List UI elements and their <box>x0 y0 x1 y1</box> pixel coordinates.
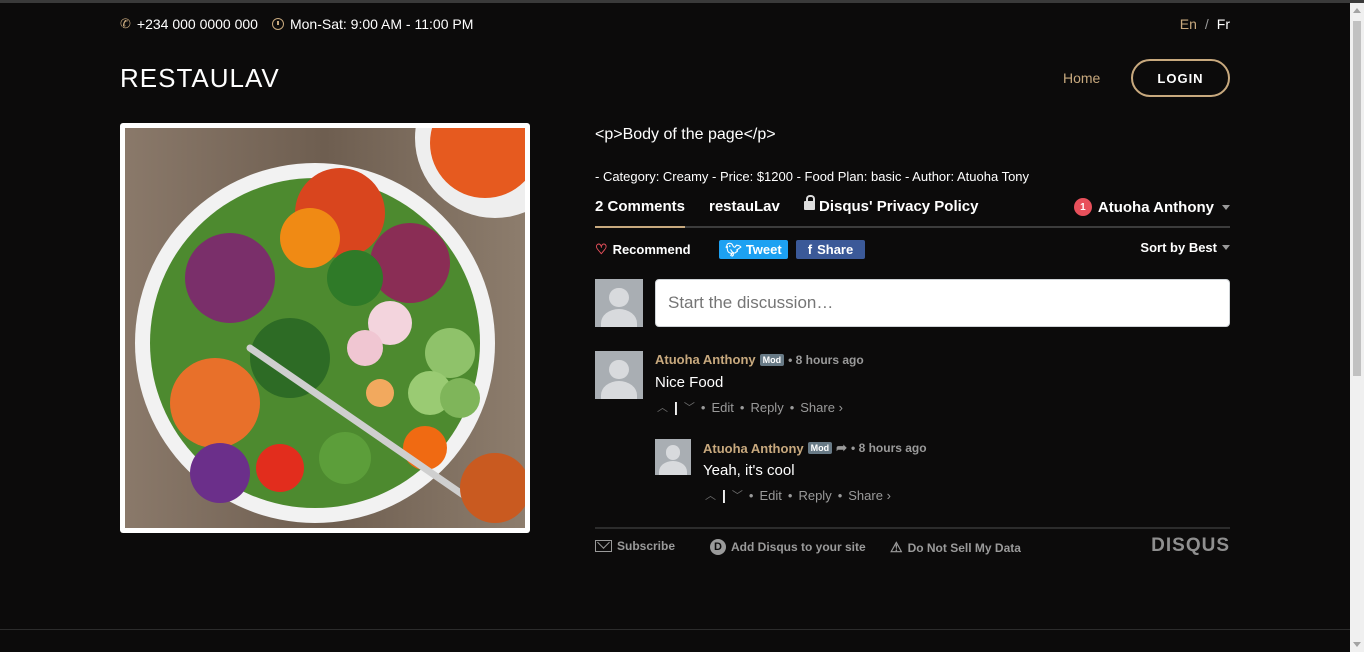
scrollbar[interactable] <box>1350 3 1364 652</box>
scroll-up-icon[interactable] <box>1353 8 1361 13</box>
comment-text: Yeah, it's cool <box>703 462 795 479</box>
vote-divider: | <box>674 399 678 415</box>
contact-info: ✆ +234 000 0000 000 Mon-Sat: 9:00 AM - 1… <box>120 16 473 32</box>
tweet-button[interactable]: 🐦︎ Tweet <box>719 240 788 259</box>
comment-actions: ︿ | ﹀ • Edit • Reply • Share › <box>705 487 891 503</box>
user-name[interactable]: Atuoha Anthony <box>1098 199 1214 216</box>
page-divider <box>0 629 1350 630</box>
facebook-icon: f <box>807 242 813 257</box>
tweet-label: Tweet <box>745 242 782 257</box>
comment-author[interactable]: Atuoha Anthony <box>655 352 756 367</box>
lang-fr-link[interactable]: Fr <box>1217 16 1230 32</box>
user-menu[interactable]: 1 Atuoha Anthony <box>1073 198 1230 216</box>
edit-link[interactable]: Edit <box>759 488 781 503</box>
tab-comments[interactable]: 2 Comments <box>595 198 686 228</box>
do-not-sell-link[interactable]: ⚠ Do Not Sell My Data <box>890 539 1021 556</box>
thread-actions: ♡ Recommend 🐦︎ Tweet f Share Sort by Bes… <box>595 240 1230 260</box>
comment-header: Atuoha Anthony Mod • 8 hours ago <box>655 352 864 367</box>
edit-link[interactable]: Edit <box>711 400 733 415</box>
heart-icon: ♡ <box>595 241 608 257</box>
reply-link[interactable]: Reply <box>750 400 783 415</box>
dot-separator: • <box>789 399 795 415</box>
comment-time[interactable]: • 8 hours ago <box>788 353 864 367</box>
share-link[interactable]: Share › <box>800 400 843 415</box>
lang-en-link[interactable]: En <box>1180 16 1197 32</box>
subscribe-label: Subscribe <box>617 539 676 553</box>
facebook-share-button[interactable]: f Share <box>796 240 865 259</box>
subscribe-link[interactable]: Subscribe <box>595 539 675 553</box>
tab-restaulav[interactable]: restauLav <box>709 198 780 228</box>
avatar[interactable] <box>595 279 643 327</box>
page-body-text: <p>Body of the page</p> <box>595 126 776 143</box>
downvote-icon[interactable]: ﹀ <box>732 487 743 503</box>
discussion-input[interactable] <box>655 279 1230 327</box>
food-image <box>120 123 530 533</box>
sort-dropdown[interactable]: Sort by Best <box>1140 240 1230 255</box>
top-border <box>0 0 1364 3</box>
upvote-icon[interactable]: ︿ <box>657 399 668 415</box>
language-switcher: En / Fr <box>1180 16 1230 32</box>
share-link[interactable]: Share › <box>848 488 891 503</box>
disqus-tabs: 2 Comments restauLav Disqus' Privacy Pol… <box>595 195 1230 228</box>
chevron-down-icon <box>1222 245 1230 250</box>
comment-author[interactable]: Atuoha Anthony <box>703 441 804 456</box>
lock-icon <box>804 195 815 210</box>
reply-link[interactable]: Reply <box>798 488 831 503</box>
downvote-icon[interactable]: ﹀ <box>684 399 695 415</box>
do-not-sell-label: Do Not Sell My Data <box>907 540 1021 555</box>
avatar[interactable] <box>655 439 691 475</box>
mod-badge: Mod <box>759 353 785 366</box>
tab-privacy-policy[interactable]: Disqus' Privacy Policy <box>804 195 979 228</box>
disqus-footer: Subscribe D Add Disqus to your site ⚠ Do… <box>595 527 1230 557</box>
comment-actions: ︿ | ﹀ • Edit • Reply • Share › <box>657 399 843 415</box>
opening-hours: Mon-Sat: 9:00 AM - 11:00 PM <box>289 16 474 32</box>
dot-separator: • <box>837 487 843 503</box>
lang-separator: / <box>1204 16 1209 32</box>
privacy-label: Disqus' Privacy Policy <box>819 198 979 215</box>
scroll-down-icon[interactable] <box>1353 642 1361 647</box>
twitter-icon: 🐦︎ <box>725 241 742 257</box>
phone-icon: ✆ <box>120 16 131 31</box>
sort-label: Sort by Best <box>1140 240 1217 255</box>
reply-arrow-icon: ➦ <box>836 440 848 455</box>
comment-text: Nice Food <box>655 374 724 391</box>
site-logo[interactable]: RESTAULAV <box>120 63 280 94</box>
phone-number: +234 000 0000 000 <box>136 16 258 32</box>
add-disqus-link[interactable]: D Add Disqus to your site <box>710 539 866 555</box>
clock-icon <box>271 18 284 30</box>
notification-badge[interactable]: 1 <box>1073 198 1092 216</box>
disqus-d-icon: D <box>710 539 726 555</box>
recommend-button[interactable]: ♡ Recommend <box>595 241 691 258</box>
warning-icon: ⚠ <box>890 539 903 555</box>
chevron-down-icon[interactable] <box>1222 204 1230 210</box>
dot-separator: • <box>787 487 793 503</box>
salad-bowl-image <box>125 128 525 528</box>
comment-time[interactable]: • 8 hours ago <box>851 441 927 455</box>
disqus-logo[interactable]: DISQUS <box>1151 535 1230 557</box>
recommend-label: Recommend <box>612 242 691 257</box>
dot-separator: • <box>739 399 745 415</box>
nav-home-link[interactable]: Home <box>1063 70 1100 86</box>
scrollbar-thumb[interactable] <box>1353 21 1361 376</box>
dot-separator: • <box>748 487 754 503</box>
upvote-icon[interactable]: ︿ <box>705 487 716 503</box>
dot-separator: • <box>700 399 706 415</box>
food-meta: - Category: Creamy - Price: $1200 - Food… <box>595 169 1030 184</box>
login-button[interactable]: LOGIN <box>1131 59 1230 97</box>
comment-header: Atuoha Anthony Mod ➦ • 8 hours ago <box>703 440 927 456</box>
mod-badge: Mod <box>807 442 833 454</box>
share-label: Share <box>817 242 854 257</box>
add-disqus-label: Add Disqus to your site <box>731 540 866 554</box>
envelope-icon <box>595 540 612 552</box>
vote-divider: | <box>722 487 726 503</box>
avatar[interactable] <box>595 351 643 399</box>
